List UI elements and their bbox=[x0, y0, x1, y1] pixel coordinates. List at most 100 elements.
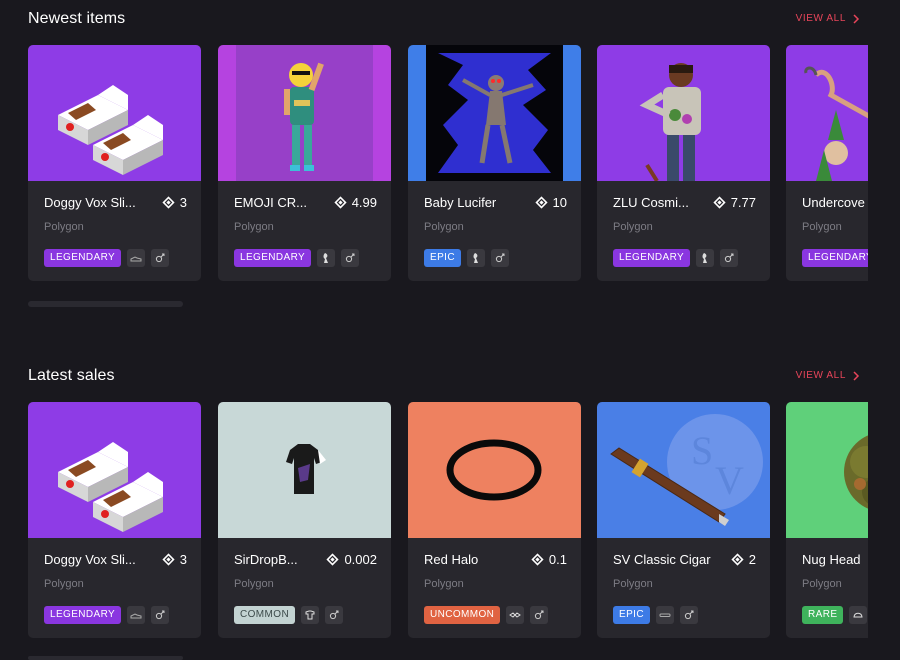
gender-icon bbox=[341, 249, 360, 267]
polygon-currency-icon bbox=[326, 553, 340, 566]
item-card[interactable]: SirDropB... 0.002 Polygon COMMON bbox=[218, 402, 391, 638]
rarity-badge: EPIC bbox=[424, 249, 461, 267]
polygon-currency-icon bbox=[334, 196, 347, 209]
item-thumbnail bbox=[218, 402, 391, 538]
shirt-icon bbox=[301, 606, 320, 624]
item-chain: Polygon bbox=[613, 578, 653, 590]
item-price: 2 bbox=[731, 552, 756, 567]
item-name: SV Classic Cigar bbox=[613, 552, 711, 567]
item-card[interactable]: Baby Lucifer 10 Polygon EPIC bbox=[408, 45, 581, 281]
shoe-icon bbox=[127, 249, 146, 267]
red-halo-image bbox=[446, 439, 542, 501]
rarity-badge: RARE bbox=[802, 606, 844, 624]
price-value: 0.002 bbox=[344, 552, 377, 567]
body-icon bbox=[466, 249, 485, 267]
svg-text:V: V bbox=[715, 458, 744, 503]
polygon-currency-icon bbox=[731, 553, 744, 566]
price-value: 2 bbox=[748, 552, 756, 567]
item-thumbnail bbox=[408, 402, 581, 538]
body-icon bbox=[696, 249, 715, 267]
carousel-scrollbar[interactable] bbox=[28, 301, 183, 307]
item-price: 3 bbox=[162, 552, 187, 567]
shoe-icon bbox=[127, 606, 146, 624]
item-chain: Polygon bbox=[234, 221, 274, 233]
price-value: 4.99 bbox=[351, 195, 377, 210]
item-card[interactable]: S V SV Classic Cigar 2 Polygon EPIC bbox=[597, 402, 770, 638]
item-tags: EPIC bbox=[424, 249, 509, 267]
item-thumbnail bbox=[786, 45, 868, 181]
chevron-right-icon bbox=[853, 370, 860, 381]
section-header: Newest items VIEW ALL bbox=[28, 10, 860, 40]
item-chain: Polygon bbox=[424, 221, 464, 233]
slippers-image bbox=[58, 442, 163, 532]
gender-icon bbox=[530, 606, 549, 624]
item-tags: LEGENDARY bbox=[802, 249, 868, 267]
section-title: Latest sales bbox=[28, 367, 115, 384]
polygon-currency-icon bbox=[534, 196, 548, 209]
item-tags: LEGENDARY bbox=[234, 249, 360, 267]
baby-lucifer-image bbox=[426, 45, 563, 181]
item-chain: Polygon bbox=[44, 578, 84, 590]
item-carousel[interactable]: Doggy Vox Sli... 3 Polygon LEGENDARY bbox=[28, 402, 868, 638]
item-card[interactable]: Red Halo 0.1 Polygon UNCOMMON bbox=[408, 402, 581, 638]
gender-icon bbox=[151, 606, 170, 624]
rarity-badge: LEGENDARY bbox=[802, 249, 868, 267]
shirt-image bbox=[286, 444, 326, 494]
item-name: ZLU Cosmi... bbox=[613, 195, 689, 210]
price-value: 10 bbox=[552, 195, 567, 210]
gender-icon bbox=[679, 606, 698, 624]
view-all-label: VIEW ALL bbox=[795, 370, 846, 381]
item-price: 4.99 bbox=[334, 195, 377, 210]
item-price: 0.1 bbox=[531, 552, 567, 567]
item-card[interactable]: EMOJI CR... 4.99 Polygon LEGENDARY bbox=[218, 45, 391, 281]
item-thumbnail bbox=[28, 402, 201, 538]
rarity-badge: UNCOMMON bbox=[424, 606, 501, 624]
item-name: Nug Head bbox=[802, 552, 861, 567]
item-price: 3 bbox=[162, 195, 187, 210]
item-price: 10 bbox=[534, 195, 567, 210]
cigar-icon bbox=[655, 606, 674, 624]
rarity-badge: LEGENDARY bbox=[613, 249, 691, 267]
view-all-link[interactable]: VIEW ALL bbox=[796, 13, 860, 24]
item-name: Doggy Vox Sli... bbox=[44, 552, 136, 567]
rarity-badge: LEGENDARY bbox=[44, 606, 122, 624]
item-name: Undercove bbox=[802, 195, 865, 210]
item-card[interactable]: Doggy Vox Sli... 3 Polygon LEGENDARY bbox=[28, 45, 201, 281]
item-chain: Polygon bbox=[802, 221, 842, 233]
item-thumbnail bbox=[786, 402, 868, 538]
item-chain: Polygon bbox=[44, 221, 84, 233]
item-chain: Polygon bbox=[802, 578, 842, 590]
nug-head-image bbox=[844, 435, 868, 509]
polygon-currency-icon bbox=[162, 553, 175, 566]
view-all-link[interactable]: VIEW ALL bbox=[796, 370, 860, 381]
hat-icon bbox=[849, 606, 868, 624]
rarity-badge: COMMON bbox=[234, 606, 296, 624]
price-value: 0.1 bbox=[548, 552, 567, 567]
price-value: 3 bbox=[179, 195, 187, 210]
section-title: Newest items bbox=[28, 10, 126, 27]
slippers-image bbox=[58, 85, 163, 175]
gender-icon bbox=[720, 249, 739, 267]
price-value: 3 bbox=[179, 552, 187, 567]
item-tags: UNCOMMON bbox=[424, 606, 549, 624]
price-value: 7.77 bbox=[730, 195, 756, 210]
carousel-scrollbar[interactable] bbox=[28, 656, 183, 660]
item-thumbnail bbox=[597, 45, 770, 181]
item-thumbnail bbox=[218, 45, 391, 181]
item-card[interactable]: Doggy Vox Sli... 3 Polygon LEGENDARY bbox=[28, 402, 201, 638]
svg-text:S: S bbox=[691, 428, 713, 473]
view-all-label: VIEW ALL bbox=[795, 13, 846, 24]
item-card[interactable]: Nug Head Polygon RARE bbox=[786, 402, 868, 638]
item-card[interactable]: ZLU Cosmi... 7.77 Polygon LEGENDARY bbox=[597, 45, 770, 281]
item-name: Baby Lucifer bbox=[424, 195, 497, 210]
item-name: Red Halo bbox=[424, 552, 479, 567]
polygon-currency-icon bbox=[531, 553, 544, 566]
item-chain: Polygon bbox=[424, 578, 464, 590]
gender-icon bbox=[151, 249, 170, 267]
item-name: EMOJI CR... bbox=[234, 195, 307, 210]
item-carousel[interactable]: Doggy Vox Sli... 3 Polygon LEGENDARY bbox=[28, 45, 868, 281]
cigar-image: S V bbox=[610, 414, 763, 526]
polygon-currency-icon bbox=[162, 196, 175, 209]
item-card[interactable]: Undercove Polygon LEGENDARY bbox=[786, 45, 868, 281]
item-tags: COMMON bbox=[234, 606, 344, 624]
